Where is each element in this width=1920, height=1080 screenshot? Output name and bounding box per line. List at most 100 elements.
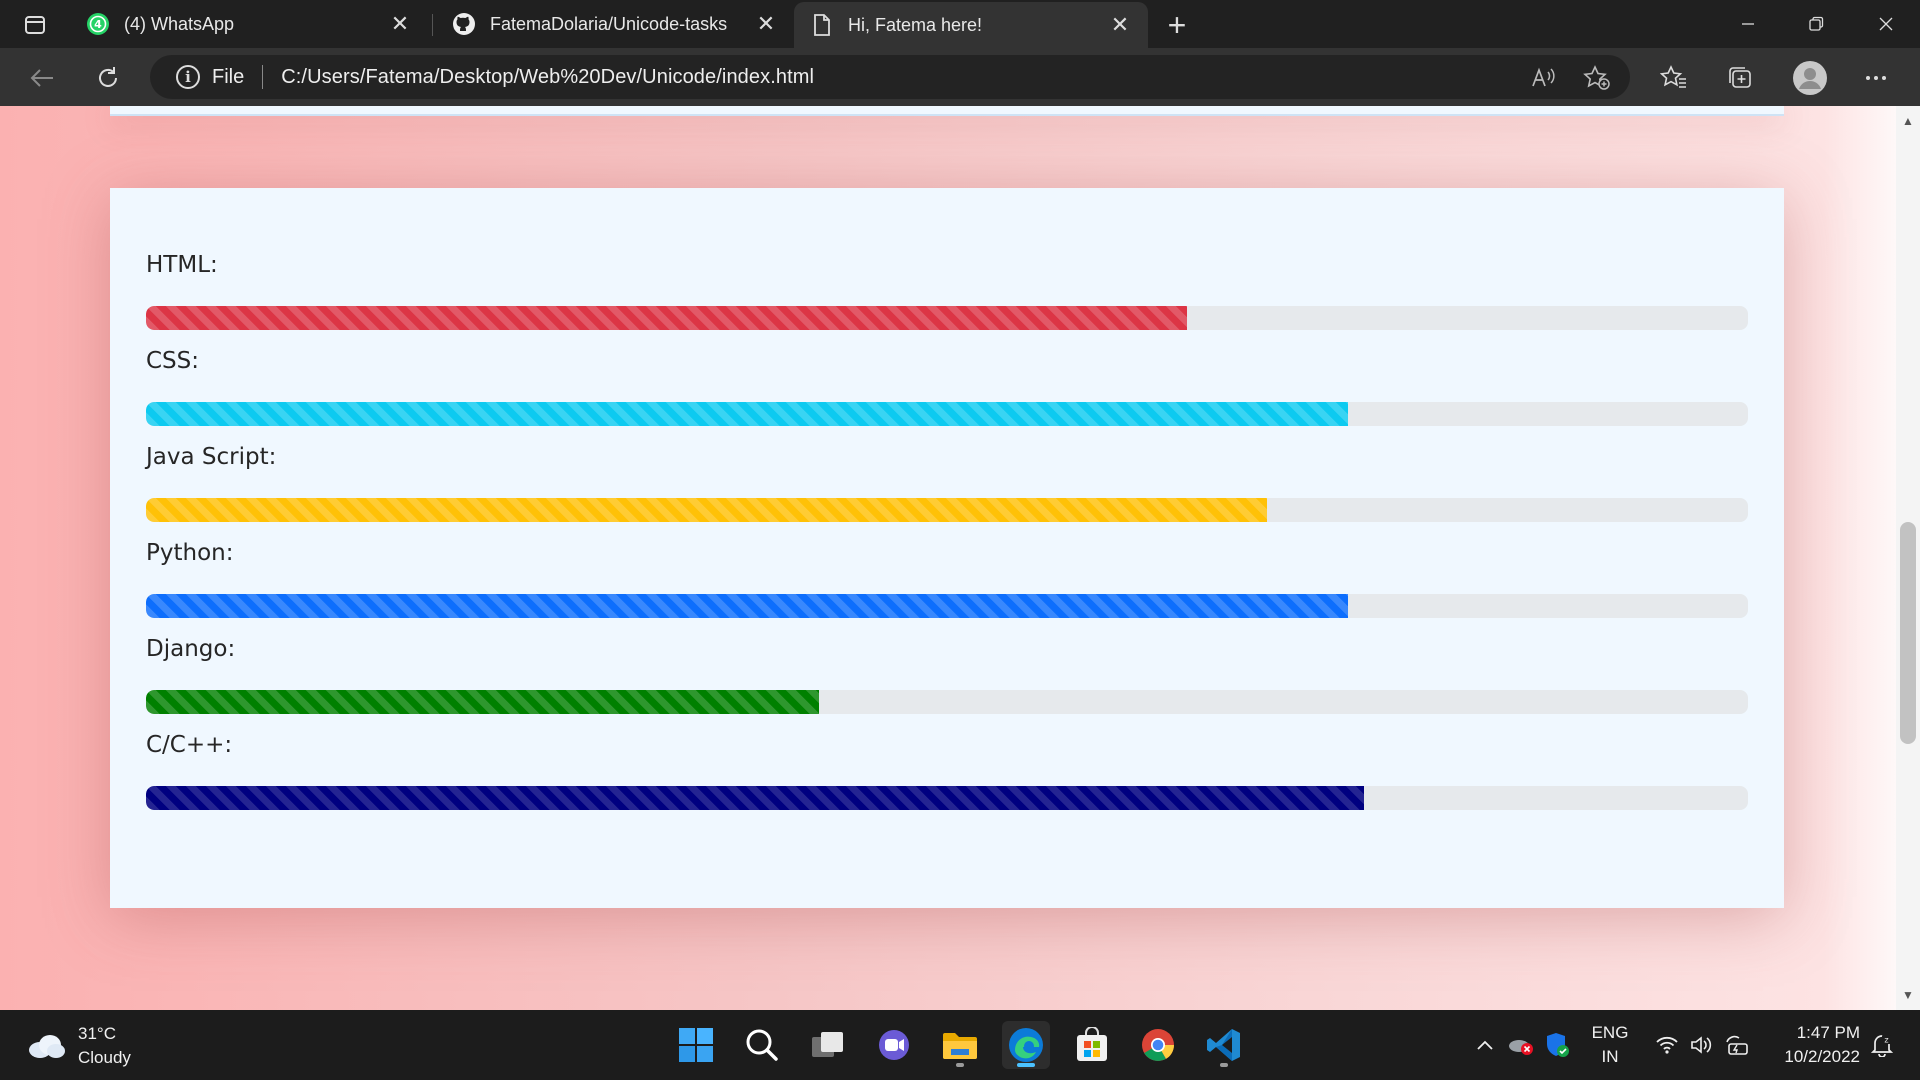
tab-whatsapp[interactable]: 4 (4) WhatsApp ✕ [70,0,428,48]
file-explorer-button[interactable] [936,1021,984,1069]
search-icon [746,1029,778,1061]
close-tab-icon[interactable]: ✕ [754,11,778,36]
running-indicator [1220,1063,1228,1067]
tab-label: FatemaDolaria/Unicode-tasks [490,13,728,34]
close-tab-icon[interactable]: ✕ [1108,12,1132,37]
close-tab-icon[interactable]: ✕ [388,11,412,36]
avatar [1793,61,1827,95]
vscode-button[interactable] [1200,1021,1248,1069]
chat-icon [879,1030,909,1060]
battery-icon[interactable] [1718,1010,1756,1080]
running-indicator [956,1063,964,1067]
tab-strip: 4 (4) WhatsApp ✕ FatemaDolaria/Unicode-t… [0,0,1920,48]
back-button[interactable] [24,60,60,96]
progress-fill [146,306,1188,330]
new-tab-button[interactable]: + [1160,6,1194,43]
notifications-button[interactable]: z [1864,1010,1900,1080]
progress-track [146,402,1748,426]
close-icon [1879,17,1893,31]
skill-item: CSS: [146,348,1748,426]
refresh-button[interactable] [90,60,126,96]
start-button[interactable] [672,1021,720,1069]
chevron-up-icon [1477,1040,1493,1050]
svg-text:4: 4 [94,18,102,31]
tab-active-page[interactable]: Hi, Fatema here! ✕ [794,2,1148,48]
tab-label: Hi, Fatema here! [848,14,983,35]
scrollbar-thumb[interactable] [1900,522,1916,744]
refresh-icon [99,67,117,87]
task-view-icon [812,1032,843,1057]
back-arrow-icon [30,69,53,87]
progress-fill [146,498,1268,522]
svg-text:z: z [1884,1036,1888,1045]
folder-icon [943,1033,977,1059]
progress-track [146,306,1748,330]
volume-icon[interactable] [1684,1010,1718,1080]
language-code: ENG [1591,1023,1629,1042]
skill-item: Python: [146,540,1748,618]
favorites-button[interactable] [1656,60,1692,96]
minimize-icon [1742,23,1754,25]
minimize-button[interactable] [1714,0,1782,48]
skill-label: C/C++: [146,732,233,758]
clock[interactable]: 1:47 PM 10/2/2022 [1760,1010,1860,1080]
address-separator [262,65,264,89]
scroll-down-arrow-icon[interactable]: ▼ [1896,984,1920,1006]
address-bar[interactable]: i File C:/Users/Fatema/Desktop/Web%20Dev… [150,55,1630,99]
windows-logo-icon [679,1028,713,1062]
tab-actions-button[interactable] [18,10,52,40]
progress-track [146,786,1748,810]
security-shield-icon[interactable] [1540,1010,1574,1080]
favorites-icon [1660,65,1686,88]
url-text[interactable]: C:/Users/Fatema/Desktop/Web%20Dev/Unicod… [281,66,814,89]
region-code: IN [1601,1047,1619,1066]
collections-button[interactable] [1722,60,1758,96]
profile-button[interactable] [1790,58,1830,98]
plus-icon: + [1167,6,1187,43]
skill-item: Django: [146,636,1748,714]
edge-browser-button[interactable] [1002,1021,1050,1069]
show-hidden-icons-button[interactable] [1468,1010,1502,1080]
onedrive-error-icon[interactable] [1504,1010,1538,1080]
weather-widget[interactable]: 31°C Cloudy [26,1022,131,1070]
active-indicator [1017,1063,1035,1067]
close-window-button[interactable] [1852,0,1920,48]
skill-item: Java Script: [146,444,1748,522]
input-language-indicator[interactable]: ENG IN [1580,1010,1640,1080]
progress-fill [146,402,1348,426]
notification-bell-icon: z [1871,1035,1893,1057]
page-scrollbar[interactable]: ▲ ▼ [1896,106,1920,1010]
teams-chat-button[interactable] [870,1021,918,1069]
weather-description: Cloudy [78,1048,131,1067]
progress-fill [146,786,1364,810]
progress-track [146,594,1748,618]
chrome-icon [1142,1029,1174,1061]
progress-track [146,690,1748,714]
collections-icon [1729,67,1751,88]
more-dots-icon [1866,76,1886,80]
progress-track [146,498,1748,522]
page-viewport: HTML: CSS: Java Script: Python: Django: C/C++… [0,106,1920,1010]
read-aloud-icon[interactable] [1528,63,1558,93]
wifi-icon[interactable] [1650,1010,1684,1080]
skill-label: CSS: [146,348,200,374]
task-view-button[interactable] [804,1021,852,1069]
scroll-up-arrow-icon[interactable]: ▲ [1896,110,1920,132]
progress-fill [146,594,1348,618]
browser-toolbar: i File C:/Users/Fatema/Desktop/Web%20Dev… [0,48,1920,106]
page-icon [810,13,834,37]
tab-github[interactable]: FatemaDolaria/Unicode-tasks ✕ [436,0,794,48]
store-icon [1077,1027,1107,1061]
more-menu-button[interactable] [1858,60,1894,96]
chrome-button[interactable] [1134,1021,1182,1069]
vscode-icon [1207,1029,1240,1061]
cloud-icon [26,1033,66,1059]
progress-fill [146,690,819,714]
search-button[interactable] [738,1021,786,1069]
restore-button[interactable] [1782,0,1850,48]
info-icon[interactable]: i [176,65,200,89]
weather-temperature: 31°C [78,1024,116,1043]
microsoft-store-button[interactable] [1068,1021,1116,1069]
add-favorite-icon[interactable] [1582,63,1612,93]
skill-label: Java Script: [146,444,277,470]
